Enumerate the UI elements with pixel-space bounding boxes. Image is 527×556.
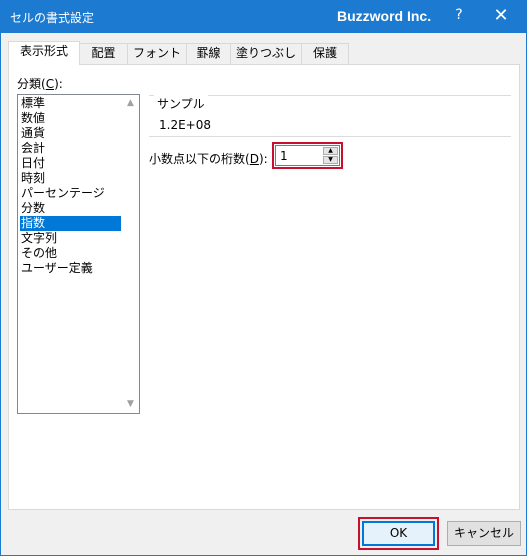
decrement-icon[interactable]: ▼ [323,156,338,164]
list-item[interactable]: 標準 [20,96,121,111]
help-button[interactable]: ? [449,7,469,27]
title-bar: セルの書式設定 Buzzword Inc. ? ✕ [1,1,526,33]
tab-font[interactable]: フォント [127,43,187,64]
list-item[interactable]: パーセンテージ [20,186,121,201]
tab-strip: 表示形式 配置 フォント 罫線 塗りつぶし 保護 [8,41,520,65]
cancel-button[interactable]: キャンセル [447,521,521,546]
category-listbox[interactable]: 標準 数値 通貨 会計 日付 時刻 パーセンテージ 分数 指数 文字列 その他 … [17,94,140,414]
dialog-title: セルの書式設定 [10,11,95,25]
ok-button[interactable]: OK [362,521,435,546]
category-label: 分類(C): [17,77,63,91]
list-item[interactable]: 日付 [20,156,121,171]
decimal-places-stepper[interactable]: 1 ▲ ▼ [275,145,340,166]
sample-value: 1.2E+08 [159,118,211,132]
brand-label: Buzzword Inc. [337,8,432,24]
list-item[interactable]: ユーザー定義 [20,261,121,276]
tab-number-format[interactable]: 表示形式 [8,41,80,65]
tab-protection[interactable]: 保護 [301,43,349,64]
list-item[interactable]: 分数 [20,201,121,216]
tab-border[interactable]: 罫線 [186,43,231,64]
number-format-panel: 分類(C): 標準 数値 通貨 会計 日付 時刻 パーセンテージ 分数 指数 文… [8,64,520,510]
list-item[interactable]: 時刻 [20,171,121,186]
list-scrollbar[interactable]: ▲ ▼ [122,95,139,413]
decimal-places-label: 小数点以下の桁数(D): [149,152,268,166]
decimal-places-value[interactable]: 1 [280,149,288,163]
stepper-buttons: ▲ ▼ [323,147,338,164]
list-item-selected[interactable]: 指数 [20,216,121,231]
close-button[interactable]: ✕ [487,5,515,29]
scroll-down-icon[interactable]: ▼ [122,396,139,413]
list-item[interactable]: 文字列 [20,231,121,246]
list-item[interactable]: 会計 [20,141,121,156]
sample-legend: サンプル [154,95,208,112]
tab-alignment[interactable]: 配置 [79,43,128,64]
tab-fill[interactable]: 塗りつぶし [230,43,302,64]
scroll-up-icon[interactable]: ▲ [122,95,139,112]
format-cells-dialog: セルの書式設定 Buzzword Inc. ? ✕ 表示形式 配置 フォント 罫… [0,0,527,556]
list-item[interactable]: 通貨 [20,126,121,141]
list-item[interactable]: 数値 [20,111,121,126]
increment-icon[interactable]: ▲ [323,147,338,155]
list-item[interactable]: その他 [20,246,121,261]
